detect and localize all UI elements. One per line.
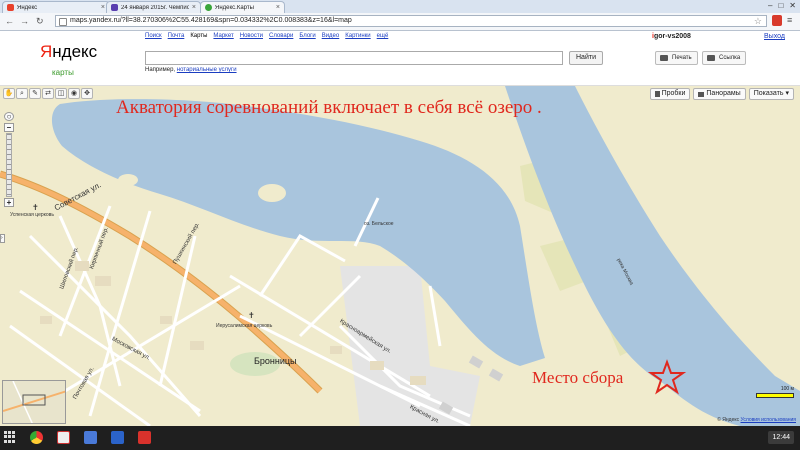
poi-label: Иерусалимская церковь	[216, 323, 273, 329]
example-link[interactable]: нотариальные услуги	[177, 67, 237, 73]
panel-toggle-arrow-icon[interactable]: ›	[0, 234, 5, 243]
yandex-header: Яндекс карты Поиск Почта Карты Маркет Но…	[0, 31, 800, 86]
map-search-input[interactable]	[145, 51, 563, 65]
find-button[interactable]: Найти	[569, 51, 603, 65]
reload-icon[interactable]: ↻	[36, 16, 44, 26]
layers-tool-icon[interactable]: ◫	[55, 88, 67, 99]
minimap-drawing	[3, 381, 65, 423]
island	[118, 174, 138, 186]
gmail-icon[interactable]	[57, 431, 70, 444]
print-button[interactable]: Печать	[655, 51, 698, 65]
service-market[interactable]: Маркет	[213, 33, 233, 39]
copyright: © Яндекс Условия использования	[717, 417, 796, 423]
close-tab-icon[interactable]: ×	[192, 4, 196, 11]
yandex-logo[interactable]: Яндекс	[40, 43, 97, 61]
meeting-point-annotation: Место сбора	[532, 368, 624, 387]
panoramas-button[interactable]: Панорамы	[693, 88, 746, 100]
traffic-button[interactable]: Пробки	[649, 88, 691, 100]
docs-icon[interactable]	[111, 431, 124, 444]
zoom-control: ○ – +	[4, 112, 14, 207]
close-tab-icon[interactable]: ×	[101, 4, 105, 11]
youtube-icon[interactable]	[138, 431, 151, 444]
service-mail[interactable]: Почта	[168, 33, 185, 39]
bookmark-star-icon[interactable]: ☆	[754, 16, 762, 26]
logout-link[interactable]: Выход	[764, 33, 785, 40]
search-example: Например, нотариальные услуги	[145, 67, 237, 73]
extension-icon[interactable]	[772, 15, 782, 26]
google-search-icon[interactable]	[84, 431, 97, 444]
hand-tool-icon[interactable]: ✋	[3, 88, 15, 99]
os-taskbar: 12:44	[0, 426, 800, 450]
window-controls: – □ ✕	[768, 1, 796, 10]
link-icon	[707, 55, 715, 61]
lake-label: оз. Бельское	[364, 221, 394, 227]
tab-title: Яндекс.Карты	[215, 4, 254, 11]
map-toolbar: ✋ ⌕ ✎ ⇄ ◫ ◉ ✥	[3, 88, 93, 99]
zoom-slider[interactable]	[6, 133, 12, 197]
address-bar[interactable]: maps.yandex.ru/?ll=38.270306%2C55.428169…	[55, 15, 767, 27]
service-more[interactable]: ещё	[377, 33, 389, 39]
zoom-out-button[interactable]: –	[4, 123, 14, 132]
chevron-down-icon: ▾	[785, 90, 789, 97]
tab-yandex-maps[interactable]: Яндекс.Карты ×	[200, 1, 285, 13]
panorama-icon	[698, 91, 705, 97]
layer-buttons: Пробки Панорамы Показать ▾	[649, 88, 794, 100]
close-window-icon[interactable]: ✕	[789, 1, 796, 10]
zoom-in-button[interactable]: +	[4, 198, 14, 207]
service-maps: Карты	[190, 33, 208, 39]
forward-arrow-icon[interactable]: →	[20, 16, 29, 26]
service-news[interactable]: Новости	[240, 33, 263, 39]
marker-tool-icon[interactable]: ◉	[68, 88, 80, 99]
yandex-maps-favicon-icon	[205, 4, 212, 11]
tab-championship[interactable]: 24 января 2015г. Чемпион ×	[106, 1, 201, 13]
church-icon: ✝	[32, 203, 39, 212]
yandex-favicon-icon	[7, 4, 14, 11]
page-info-icon[interactable]	[59, 18, 67, 26]
tab-title: Яндекс	[17, 4, 38, 11]
traffic-icon	[654, 91, 660, 97]
competition-area-annotation: Акватория соревнований включает в себя в…	[116, 97, 542, 118]
logo-subtitle: карты	[52, 68, 74, 77]
scale-bar: 100 м	[756, 386, 794, 398]
link-button[interactable]: Ссылка	[702, 51, 747, 65]
user-name[interactable]: igor-vs2008	[652, 33, 691, 40]
terms-link[interactable]: Условия использования	[741, 417, 797, 423]
island	[258, 184, 286, 202]
ruler-tool-icon[interactable]: ✎	[29, 88, 41, 99]
church-icon: ✝	[248, 311, 255, 320]
address-url: maps.yandex.ru/?ll=38.270306%2C55.428169…	[70, 17, 352, 24]
maximize-icon[interactable]: □	[778, 1, 783, 10]
service-images[interactable]: Картинки	[345, 33, 370, 39]
system-clock[interactable]: 12:44	[768, 431, 794, 444]
service-video[interactable]: Видео	[322, 33, 340, 39]
printer-icon	[660, 55, 668, 61]
town-label: Бронницы	[254, 356, 297, 366]
show-layers-dropdown[interactable]: Показать ▾	[748, 88, 794, 100]
menu-icon[interactable]: ≡	[787, 15, 792, 25]
close-tab-icon[interactable]: ×	[276, 4, 280, 11]
map-drawing: ✝ ✝	[0, 86, 800, 426]
tab-yandex[interactable]: Яндекс ×	[2, 1, 110, 13]
route-tool-icon[interactable]: ⇄	[42, 88, 54, 99]
service-dictionaries[interactable]: Словари	[269, 33, 293, 39]
page-favicon-icon	[111, 4, 118, 11]
overview-minimap[interactable]	[2, 380, 66, 424]
poi-label: Успенская церковь	[10, 212, 54, 218]
back-arrow-icon[interactable]: ←	[5, 16, 14, 26]
service-search[interactable]: Поиск	[145, 33, 162, 39]
map-canvas[interactable]: ✝ ✝ Успенская церковь Иерусалимская церк…	[0, 86, 800, 426]
browser-tab-strip: Яндекс × 24 января 2015г. Чемпион × Янде…	[0, 0, 800, 13]
tab-title: 24 января 2015г. Чемпион	[121, 4, 189, 11]
browser-toolbar: ← → ↻ maps.yandex.ru/?ll=38.270306%2C55.…	[0, 13, 800, 31]
magnifier-tool-icon[interactable]: ⌕	[16, 88, 28, 99]
services-nav: Поиск Почта Карты Маркет Новости Словари…	[145, 33, 388, 39]
chrome-icon[interactable]	[30, 431, 43, 444]
move-tool-icon[interactable]: ✥	[81, 88, 93, 99]
app-launcher-icon[interactable]	[4, 431, 16, 443]
locate-icon[interactable]: ○	[4, 112, 14, 121]
minimize-icon[interactable]: –	[768, 1, 772, 10]
service-blogs[interactable]: Блоги	[299, 33, 315, 39]
